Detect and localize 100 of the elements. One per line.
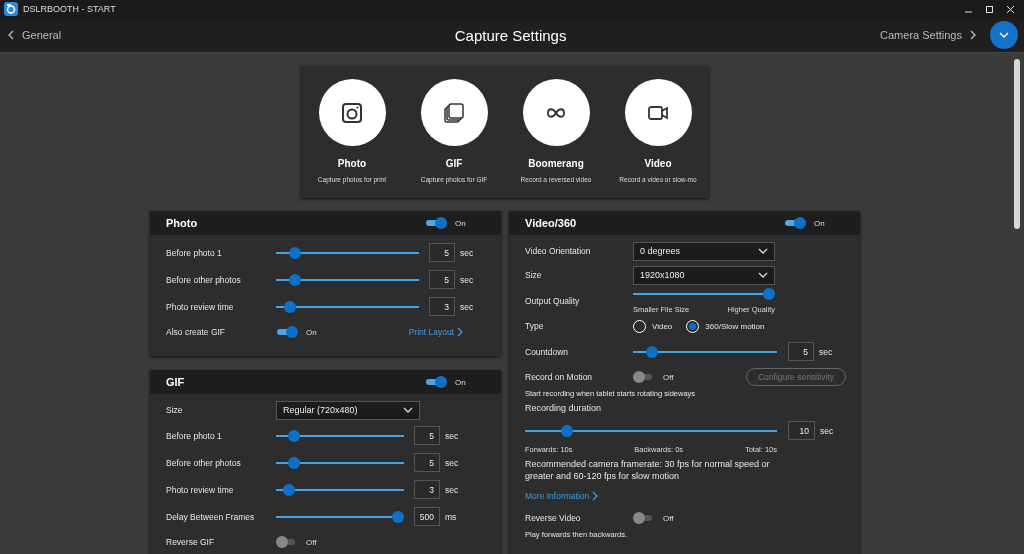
panel-title: Video/360 bbox=[525, 217, 578, 229]
chevron-down-icon bbox=[758, 248, 768, 254]
setting-label: Size bbox=[525, 270, 543, 280]
toggle-state: Off bbox=[663, 513, 675, 523]
mode-title: Photo bbox=[337, 158, 367, 169]
chevron-down-icon bbox=[999, 32, 1009, 38]
dropdown[interactable]: 1920x1080 bbox=[633, 265, 775, 285]
value-field[interactable]: 500 bbox=[414, 507, 440, 526]
slider-track[interactable] bbox=[276, 429, 404, 442]
panel-title: Photo bbox=[166, 217, 199, 229]
toggle-switch[interactable] bbox=[425, 376, 447, 388]
toggle-state: On bbox=[455, 377, 467, 387]
toggle-switch[interactable] bbox=[784, 217, 806, 229]
link[interactable]: Print Layout bbox=[408, 327, 463, 337]
setting-label: Before photo 1 bbox=[166, 430, 223, 441]
slider-thumb[interactable] bbox=[763, 287, 775, 300]
slider-thumb[interactable] bbox=[287, 429, 300, 442]
slider-thumb[interactable] bbox=[561, 424, 573, 437]
value-field[interactable]: 10 bbox=[788, 421, 815, 440]
slider-track[interactable] bbox=[633, 345, 777, 358]
dropdown[interactable]: Regular (720x480) bbox=[276, 400, 420, 420]
radio-label: Video bbox=[652, 321, 673, 331]
unit-label: sec bbox=[445, 430, 459, 441]
toggle-state: Off bbox=[663, 372, 675, 382]
slider-track[interactable] bbox=[276, 273, 419, 286]
camera-icon bbox=[341, 101, 363, 124]
slider-track[interactable] bbox=[276, 300, 419, 313]
chevron-right-icon bbox=[970, 30, 976, 40]
app-logo-icon bbox=[4, 2, 18, 16]
slider-thumb[interactable] bbox=[646, 345, 659, 358]
setting-label: Record on Motion bbox=[525, 372, 594, 382]
setting-label: Size bbox=[166, 405, 184, 415]
back-link[interactable]: General bbox=[8, 29, 62, 41]
chevron-down-icon bbox=[758, 272, 768, 278]
slider-thumb[interactable] bbox=[287, 456, 300, 469]
setting-label: Delay Between Frames bbox=[166, 511, 256, 522]
link[interactable]: More Information bbox=[525, 491, 599, 501]
window-title: DSLRBOOTH - START bbox=[23, 4, 116, 14]
chevron-right-icon bbox=[457, 327, 463, 337]
setting-label: Before other photos bbox=[166, 457, 242, 468]
setting-label: Also create GIF bbox=[166, 327, 227, 337]
unit-label: sec bbox=[460, 301, 474, 312]
scrollbar-thumb[interactable] bbox=[1014, 59, 1020, 229]
value-field[interactable]: 3 bbox=[414, 480, 440, 499]
slider-track[interactable] bbox=[276, 456, 404, 469]
slider-track[interactable] bbox=[276, 483, 404, 496]
forward-link[interactable]: Camera Settings bbox=[880, 29, 976, 41]
slider-thumb[interactable] bbox=[282, 483, 295, 496]
maximize-icon[interactable] bbox=[986, 5, 993, 13]
setting-label: Type bbox=[525, 321, 545, 331]
value-field[interactable]: 5 bbox=[429, 270, 455, 289]
chevron-down-icon bbox=[403, 407, 413, 413]
unit-label: sec bbox=[460, 247, 474, 258]
toggle-state: On bbox=[306, 327, 318, 337]
close-icon[interactable] bbox=[1007, 5, 1014, 13]
setting-label: Countdown bbox=[525, 346, 569, 357]
toggle-state: On bbox=[814, 218, 826, 228]
value-field[interactable]: 5 bbox=[429, 243, 455, 262]
mode-title: GIF bbox=[445, 158, 463, 169]
mode-title: Boomerang bbox=[528, 158, 584, 169]
setting-label: Reverse GIF bbox=[166, 537, 216, 547]
unit-label: sec bbox=[445, 457, 459, 468]
value-field[interactable]: 3 bbox=[429, 297, 455, 316]
unit-label: sec bbox=[819, 346, 833, 357]
panel-title: GIF bbox=[166, 376, 186, 388]
setting-label: Output Quality bbox=[525, 295, 581, 306]
slider-track[interactable] bbox=[633, 287, 775, 300]
slider-thumb[interactable] bbox=[392, 510, 404, 523]
value-field[interactable]: 5 bbox=[414, 453, 440, 472]
setting-label: Recording duration bbox=[525, 402, 603, 415]
unit-label: ms bbox=[445, 511, 457, 522]
value-field[interactable]: 5 bbox=[414, 426, 440, 445]
toggle-state: On bbox=[455, 218, 467, 228]
slider-thumb[interactable] bbox=[283, 300, 296, 313]
setting-label: Photo review time bbox=[166, 484, 235, 495]
stacked-squares-icon bbox=[443, 101, 465, 124]
toggle-switch[interactable] bbox=[425, 217, 447, 229]
slider-track[interactable] bbox=[525, 424, 777, 437]
setting-label: Reverse Video bbox=[525, 513, 582, 523]
value-field[interactable]: 5 bbox=[788, 342, 814, 361]
slider-track[interactable] bbox=[276, 510, 404, 523]
radio-label: 360/Slow motion bbox=[705, 321, 765, 331]
chevron-right-icon bbox=[592, 491, 599, 501]
unit-label: sec bbox=[445, 484, 459, 495]
info-text: Recommended camera framerate: 30 fps for normal speed or greater and 60-120 fps for slow motion bbox=[525, 458, 771, 483]
unit-label: sec bbox=[820, 425, 834, 436]
slider-thumb[interactable] bbox=[289, 246, 302, 259]
menu-button[interactable] bbox=[990, 21, 1018, 49]
toggle-switch[interactable] bbox=[276, 326, 298, 338]
slider-thumb[interactable] bbox=[289, 273, 302, 286]
dropdown[interactable]: 0 degrees bbox=[633, 241, 775, 261]
setting-label: Video Orientation bbox=[525, 246, 592, 256]
setting-label: Before other photos bbox=[166, 274, 242, 285]
slider-track[interactable] bbox=[276, 246, 419, 259]
mode-title: Video bbox=[644, 158, 672, 169]
setting-label: Photo review time bbox=[166, 301, 235, 312]
chevron-left-icon bbox=[8, 30, 14, 40]
page-title: Capture Settings bbox=[453, 26, 568, 44]
toggle-state: Off bbox=[306, 537, 318, 547]
setting-label: Before photo 1 bbox=[166, 247, 223, 258]
